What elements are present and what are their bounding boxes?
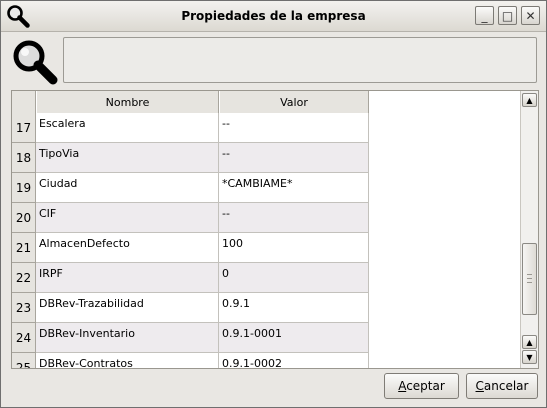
cell-nombre[interactable]: IRPF — [36, 263, 219, 293]
maximize-icon: □ — [501, 8, 514, 23]
column-header-nombre[interactable]: Nombre — [36, 91, 219, 115]
row-header[interactable]: 23 — [12, 293, 36, 323]
cell-nombre[interactable]: DBRev-Trazabilidad — [36, 293, 219, 323]
table-corner — [12, 91, 36, 115]
cell-valor[interactable]: 0.9.1 — [219, 293, 369, 323]
cell-valor[interactable]: 100 — [219, 233, 369, 263]
cell-nombre[interactable]: TipoVia — [36, 143, 219, 173]
window-title: Propiedades de la empresa — [181, 9, 366, 23]
row-header[interactable]: 17 — [12, 113, 36, 143]
scroll-up-icon: ▲ — [526, 95, 533, 105]
scroll-up-icon: ▲ — [526, 337, 533, 347]
scroll-up-button[interactable]: ▲ — [522, 93, 537, 107]
cancel-button[interactable]: Cancelar — [466, 373, 538, 399]
properties-table: Nombre Valor 17 Escalera -- 18 TipoVia -- 19 Ci… — [11, 90, 539, 369]
description-box — [63, 37, 537, 83]
close-icon: ✕ — [525, 8, 536, 23]
minimize-icon: _ — [481, 8, 488, 23]
title-bar: Propiedades de la empresa _ □ ✕ — [1, 1, 546, 32]
cell-nombre[interactable]: DBRev-Inventario — [36, 323, 219, 353]
properties-window: Propiedades de la empresa _ □ ✕ Nombre V… — [0, 0, 547, 408]
cell-valor[interactable]: -- — [219, 203, 369, 233]
cell-valor[interactable]: 0.9.1-0002 — [219, 353, 369, 368]
cell-nombre[interactable]: Escalera — [36, 113, 219, 143]
row-header[interactable]: 21 — [12, 233, 36, 263]
row-header[interactable]: 19 — [12, 173, 36, 203]
cell-valor[interactable]: -- — [219, 113, 369, 143]
cell-valor[interactable]: 0.9.1-0001 — [219, 323, 369, 353]
column-header-valor[interactable]: Valor — [219, 91, 369, 115]
cell-nombre[interactable]: CIF — [36, 203, 219, 233]
cell-valor[interactable]: 0 — [219, 263, 369, 293]
scroll-down-icon: ▼ — [526, 352, 533, 362]
row-header[interactable]: 25 — [12, 353, 36, 368]
scroll-down-button[interactable]: ▼ — [522, 350, 537, 364]
row-header[interactable]: 24 — [12, 323, 36, 353]
close-button[interactable]: ✕ — [521, 6, 540, 25]
minimize-button[interactable]: _ — [475, 6, 494, 25]
cell-nombre[interactable]: Ciudad — [36, 173, 219, 203]
scroll-up-button-lower[interactable]: ▲ — [522, 335, 537, 349]
maximize-button[interactable]: □ — [498, 6, 517, 25]
cell-valor[interactable]: -- — [219, 143, 369, 173]
accept-button[interactable]: Aceptar — [384, 373, 459, 399]
row-header[interactable]: 18 — [12, 143, 36, 173]
cell-nombre[interactable]: AlmacenDefecto — [36, 233, 219, 263]
vertical-scrollbar[interactable]: ▲ ▲ ▼ — [520, 91, 538, 368]
cell-nombre[interactable]: DBRev-Contratos — [36, 353, 219, 368]
row-header[interactable]: 20 — [12, 203, 36, 233]
magnifier-icon — [13, 40, 58, 85]
scrollbar-thumb[interactable] — [522, 243, 537, 315]
row-header[interactable]: 22 — [12, 263, 36, 293]
cell-valor[interactable]: *CAMBIAME* — [219, 173, 369, 203]
